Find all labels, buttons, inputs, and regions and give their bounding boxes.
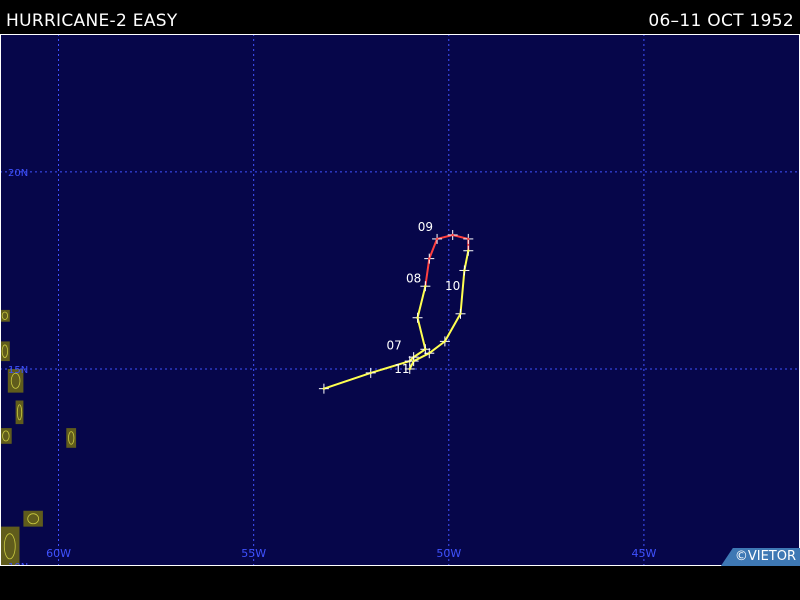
track-point xyxy=(435,237,439,241)
meridian-label: 60W xyxy=(46,547,71,560)
land-st-vincent xyxy=(0,428,12,444)
day-label: 08 xyxy=(406,271,421,285)
track-point xyxy=(416,316,419,319)
land-trinidad xyxy=(0,526,20,566)
track-point xyxy=(424,285,427,288)
track-point xyxy=(467,237,470,241)
day-label: 10 xyxy=(445,279,460,293)
credit-badge: ©VIETOR xyxy=(720,548,800,566)
header-bar: HURRICANE-2 EASY 06–11 OCT 1952 xyxy=(0,0,800,34)
day-label: 11 xyxy=(394,362,409,376)
meridian-label: 55W xyxy=(241,547,266,560)
date-range: 06–11 OCT 1952 xyxy=(648,11,794,31)
meridian-label: 50W xyxy=(436,547,461,560)
track-point xyxy=(369,371,372,375)
track-point xyxy=(451,233,454,237)
track-point xyxy=(424,348,427,351)
land-barbados xyxy=(66,428,77,448)
track-point xyxy=(412,359,415,363)
day-label: 09 xyxy=(418,220,433,234)
land-st-lucia xyxy=(15,400,24,425)
storm-title: HURRICANE-2 EASY xyxy=(6,11,178,31)
track-point xyxy=(322,387,326,390)
ocean-background xyxy=(0,34,800,566)
track-point xyxy=(428,352,431,355)
land-dominica xyxy=(0,341,10,362)
land-tobago xyxy=(23,510,43,527)
parallel-label: 15N xyxy=(8,365,28,376)
track-point xyxy=(443,340,447,343)
track-map[interactable]: 60W55W50W45W10N15N20N 0708091011 xyxy=(0,34,800,566)
day-label: 07 xyxy=(387,338,402,352)
footer-bar xyxy=(0,566,800,600)
meridian-label: 45W xyxy=(631,547,656,560)
track-point xyxy=(463,269,466,272)
track-point xyxy=(459,312,462,315)
track-point xyxy=(428,257,431,260)
track-point xyxy=(467,249,470,252)
parallel-label: 20N xyxy=(8,168,28,179)
